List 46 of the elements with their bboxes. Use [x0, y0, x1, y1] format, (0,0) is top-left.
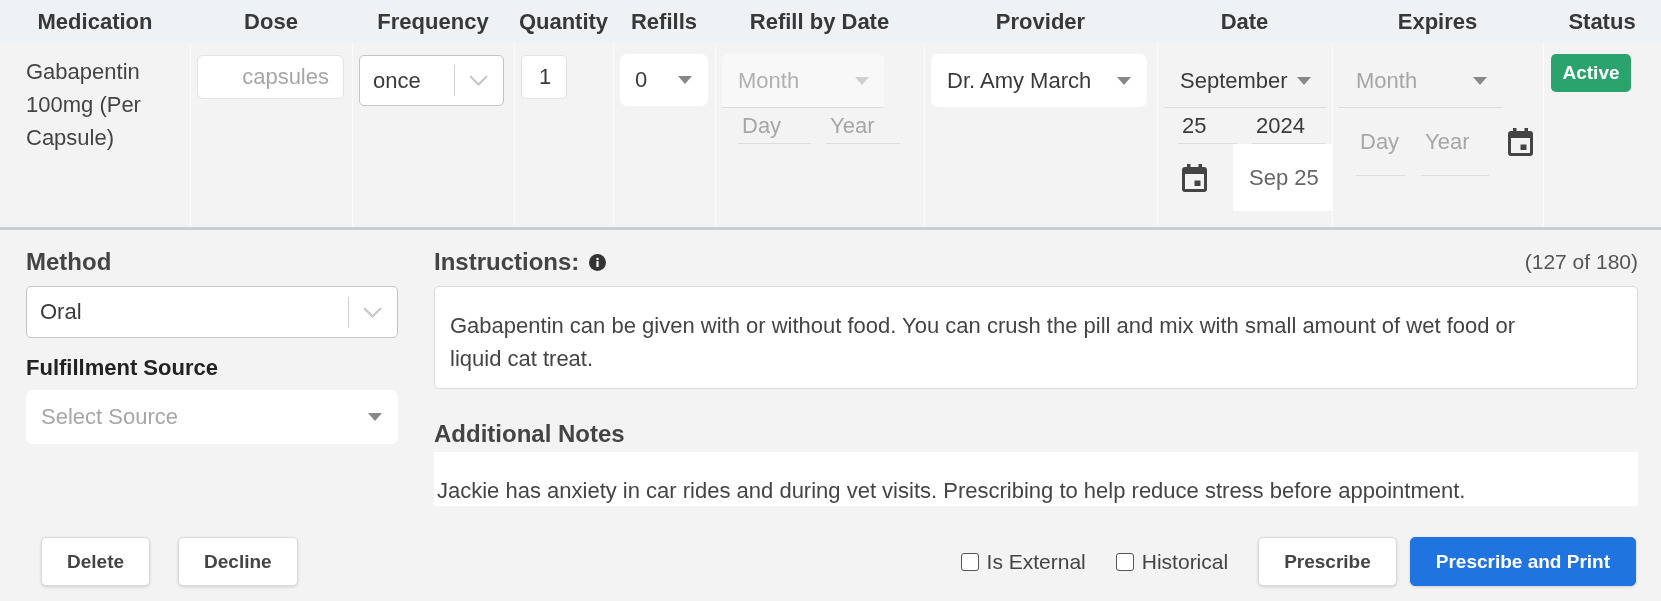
chevron-down-icon: [469, 75, 488, 86]
day-field[interactable]: 25: [1178, 108, 1237, 144]
character-counter: (127 of 180): [1524, 250, 1638, 274]
provider-select[interactable]: Dr. Amy March: [931, 54, 1147, 107]
status-badge: Active: [1551, 54, 1631, 92]
column-header: Quantity: [518, 8, 609, 35]
calendar-icon[interactable]: [1182, 163, 1207, 192]
column-header: Expires: [1397, 8, 1478, 35]
refills-select[interactable]: 0: [620, 54, 708, 106]
checkbox[interactable]: [1115, 552, 1134, 571]
caret-down-icon: [855, 76, 869, 85]
column-header: Medication: [37, 8, 153, 35]
column-header: Status: [1568, 8, 1636, 35]
medication-name: Gabapentin 100mg (Per Capsule): [26, 59, 141, 150]
calendar-icon[interactable]: [1508, 128, 1533, 156]
caret-down-icon: [1473, 76, 1487, 85]
decline-button[interactable]: Decline: [178, 537, 298, 586]
prescribe-button[interactable]: Prescribe: [1258, 537, 1397, 586]
frequency-select[interactable]: once: [359, 55, 504, 106]
date-preview: Sep 25: [1233, 144, 1332, 211]
column-header: Date: [1220, 8, 1269, 35]
method-label: Method: [26, 248, 112, 276]
delete-button[interactable]: Delete: [41, 537, 151, 586]
chevron-down-icon: [363, 306, 382, 318]
column-header: Refill by Date: [749, 8, 890, 35]
method-select[interactable]: Oral: [26, 286, 398, 338]
quantity-field[interactable]: 1: [521, 55, 567, 99]
info-icon[interactable]: [589, 253, 607, 271]
column-header: Provider: [995, 8, 1086, 35]
caret-down-icon: [1297, 76, 1311, 85]
prescribe-print-button[interactable]: Prescribe and Print: [1409, 537, 1636, 586]
checkbox[interactable]: [960, 552, 979, 571]
caret-down-icon: [1117, 76, 1131, 85]
column-header: Refills: [631, 8, 697, 35]
instructions-field[interactable]: Gabapentin can be given with or without food. You can crush the pill and mix with small amount of wet food or liquid cat treat.: [434, 286, 1638, 389]
notes-field[interactable]: Jackie has anxiety in car rides and during vet visits. Prescribing to help reduce stress before appointment.: [434, 452, 1638, 506]
caret-down-icon: [368, 413, 382, 421]
column-header: Dose: [244, 8, 298, 35]
notes-label: Additional Notes: [434, 420, 625, 448]
month-select[interactable]: September: [1164, 54, 1326, 108]
checkbox-label[interactable]: Is External: [986, 549, 1086, 574]
instructions-label: Instructions:: [434, 248, 580, 276]
fulfillment-source-label: Fulfillment Source: [26, 354, 218, 382]
caret-down-icon: [678, 76, 692, 84]
checkbox-label[interactable]: Historical: [1141, 549, 1229, 574]
column-header: Frequency: [377, 8, 489, 35]
